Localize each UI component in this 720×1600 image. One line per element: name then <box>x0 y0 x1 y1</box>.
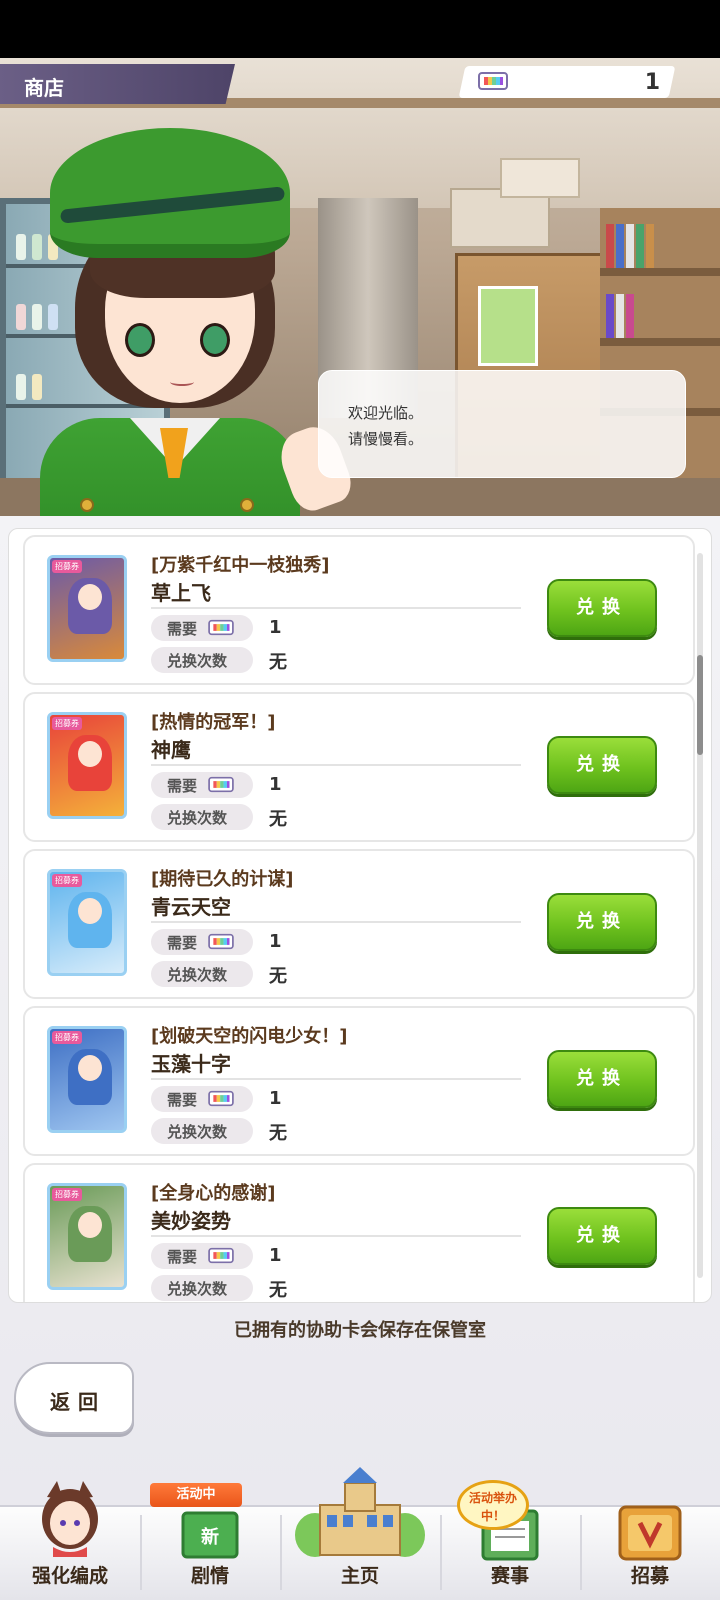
nav-label-home: 主页 <box>340 1565 379 1587</box>
need-label: 需要 <box>151 1243 253 1269</box>
card-name: 神鹰 <box>151 738 191 762</box>
card-name: 青云天空 <box>151 895 231 919</box>
divider <box>151 921 521 923</box>
dialogue-line-2: 请慢慢看。 <box>348 430 424 448</box>
list-item: 招募券 [全身心的感谢] 美妙姿势需要兑换次数 1 无 兑换 <box>23 1163 695 1302</box>
exchange-button[interactable]: 兑换 <box>547 579 657 637</box>
gacha-icon <box>618 1505 682 1561</box>
exchange-count-label: 兑换次数 <box>151 647 253 673</box>
back-button-label: 返回 <box>50 1390 106 1414</box>
need-label: 需要 <box>151 615 253 641</box>
rainbow-ticket-icon <box>478 72 508 90</box>
card-thumb-tag: 招募券 <box>52 717 82 730</box>
exchange-count-value: 无 <box>269 1123 287 1144</box>
dialogue-line-1: 欢迎光临。 <box>348 404 424 422</box>
card-title: [热情的冠军！] <box>151 712 276 733</box>
support-card-thumbnail[interactable]: 招募券 <box>47 712 127 819</box>
need-value: 1 <box>269 931 282 952</box>
card-title: [全身心的感谢] <box>151 1183 276 1204</box>
nav-item-enhance[interactable]: 强化编成 <box>0 1481 140 1600</box>
svg-text:新: 新 <box>201 1526 219 1548</box>
need-label: 需要 <box>151 772 253 798</box>
badge-active-event: 活动中 <box>150 1483 242 1507</box>
scrollbar-thumb[interactable] <box>697 655 703 755</box>
divider <box>151 1078 521 1080</box>
rainbow-ticket-icon <box>207 933 235 950</box>
exchange-count-value: 无 <box>269 652 287 673</box>
ticket-count: 1 <box>644 70 660 95</box>
card-thumb-tag: 招募券 <box>52 1188 82 1201</box>
status-bar <box>0 0 720 58</box>
need-value: 1 <box>269 1088 282 1109</box>
card-title: [划破天空的闪电少女！] <box>151 1026 348 1047</box>
nav-item-story[interactable]: 新 剧情 <box>140 1505 280 1600</box>
card-name: 草上飞 <box>151 581 211 605</box>
support-card-thumbnail[interactable]: 招募券 <box>47 869 127 976</box>
rainbow-ticket-icon <box>207 1247 235 1264</box>
exchange-list[interactable]: 招募券 [万紫千红中一枝独秀] 草上飞 需要 兑换次数 1 无兑换 招募券 [热情的冠军！] 神鹰… <box>8 528 712 1303</box>
list-item: 招募券 [期待已久的计谋] 青云天空需要兑换次数 1 无 兑换 <box>23 849 695 999</box>
card-name: 玉藻十字 <box>151 1052 231 1076</box>
nav-label-story: 剧情 <box>190 1565 229 1587</box>
exchange-count-label: 兑换次数 <box>151 1275 253 1301</box>
exchange-count-value: 无 <box>269 1280 287 1301</box>
storage-note: 已拥有的协助卡会保存在保管室 <box>234 1320 486 1341</box>
card-thumb-tag: 招募券 <box>52 1031 82 1044</box>
nav-label-race: 赛事 <box>490 1565 529 1587</box>
card-thumb-tag: 招募券 <box>52 874 82 887</box>
rainbow-ticket-icon <box>207 1090 235 1107</box>
rainbow-ticket-icon <box>207 619 235 636</box>
rainbow-ticket-icon <box>207 776 235 793</box>
card-title: [万紫千红中一枝独秀] <box>151 555 330 576</box>
divider <box>151 764 521 766</box>
card-title: [期待已久的计谋] <box>151 869 294 890</box>
right-eye <box>200 323 230 357</box>
page-title: 商店 <box>24 76 64 100</box>
exchange-count-value: 无 <box>269 809 287 830</box>
left-eye <box>125 323 155 357</box>
support-card-thumbnail[interactable]: 招募券 <box>47 555 127 662</box>
exchange-button[interactable]: 兑换 <box>547 893 657 951</box>
list-item: 招募券 [划破天空的闪电少女！] 玉藻十字需要兑换次数 1 无 兑换 <box>23 1006 695 1156</box>
home-building-icon <box>295 1467 425 1557</box>
shopkeeper-character <box>20 128 357 528</box>
exchange-count-label: 兑换次数 <box>151 961 253 987</box>
nav-label-enhance: 强化编成 <box>31 1565 108 1587</box>
need-label: 需要 <box>151 929 253 955</box>
need-value: 1 <box>269 1245 282 1266</box>
need-value: 1 <box>269 617 282 638</box>
divider <box>151 607 521 609</box>
story-book-icon: 新 <box>181 1511 239 1559</box>
support-card-thumbnail[interactable]: 招募券 <box>47 1026 127 1133</box>
list-item: 招募券 [热情的冠军！] 神鹰需要兑换次数 1 无 兑换 <box>23 692 695 842</box>
exchange-button[interactable]: 兑换 <box>547 736 657 794</box>
stacked-boxes-top <box>500 158 580 198</box>
support-card-thumbnail[interactable]: 招募券 <box>47 1183 127 1290</box>
character-icon <box>42 1481 98 1557</box>
badge-event-ongoing: 活动举办中！ <box>457 1480 529 1530</box>
need-value: 1 <box>269 774 282 795</box>
exchange-button[interactable]: 兑换 <box>547 1050 657 1108</box>
exchange-count-value: 无 <box>269 966 287 987</box>
card-thumb-tag: 招募券 <box>52 560 82 573</box>
divider <box>151 1235 521 1237</box>
exchange-count-label: 兑换次数 <box>151 1118 253 1144</box>
nav-label-gacha: 招募 <box>630 1565 669 1587</box>
dialogue-box <box>318 370 686 478</box>
need-label: 需要 <box>151 1086 253 1112</box>
card-name: 美妙姿势 <box>151 1209 231 1233</box>
exchange-button[interactable]: 兑换 <box>547 1207 657 1265</box>
nav-item-home[interactable]: 主页 <box>280 1467 440 1600</box>
list-item: 招募券 [万紫千红中一枝独秀] 草上飞需要兑换次数 1 无 兑换 <box>23 535 695 685</box>
exchange-count-label: 兑换次数 <box>151 804 253 830</box>
nav-item-gacha[interactable]: 招募 <box>580 1505 720 1600</box>
